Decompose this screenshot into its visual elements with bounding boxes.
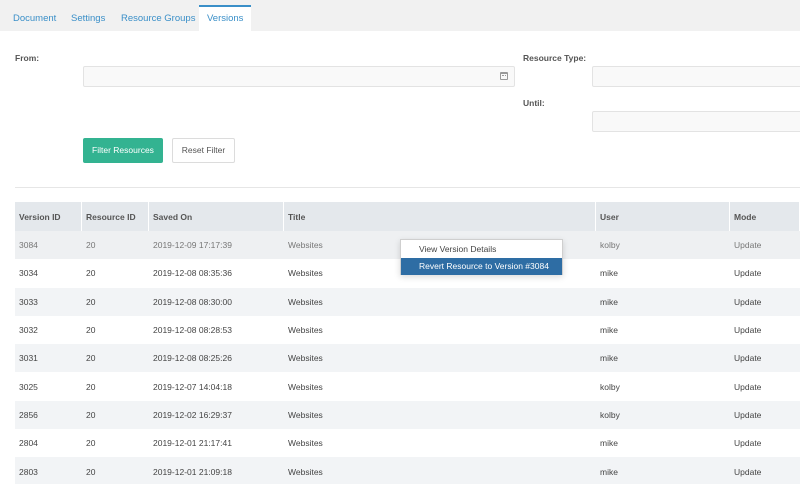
cell-resource-id: 20: [86, 268, 96, 279]
filter-resources-button[interactable]: Filter Resources: [83, 138, 163, 163]
cell-resource-id: 20: [86, 325, 96, 336]
revert-resource-item[interactable]: Revert Resource to Version #3084: [401, 258, 562, 275]
cell-saved-on: 2019-12-08 08:25:26: [153, 353, 232, 364]
column-title[interactable]: Title: [284, 202, 596, 231]
cell-version-id: 3031: [19, 353, 38, 364]
tab-settings[interactable]: Settings: [71, 6, 105, 31]
cell-title: Websites: [288, 381, 323, 392]
cell-resource-id: 20: [86, 353, 96, 364]
table-row[interactable]: 3032 20 2019-12-08 08:28:53 Websites mike Upd…: [15, 316, 800, 344]
table-row[interactable]: 2856 20 2019-12-02 16:29:37 Websites kolby Up…: [15, 400, 800, 430]
cell-title: Websites: [288, 353, 323, 364]
column-version-id[interactable]: Version ID: [15, 202, 82, 231]
divider: [15, 187, 800, 188]
grid-header: Version ID Resource ID Saved On Title Us…: [15, 202, 800, 231]
context-menu: View Version Details Revert Resource to …: [400, 239, 563, 275]
cell-mode: Update: [734, 240, 762, 251]
cell-user: mike: [600, 466, 618, 477]
tab-versions[interactable]: Versions: [199, 5, 252, 32]
cell-saved-on: 2019-12-07 14:04:18: [153, 381, 232, 392]
cell-mode: Update: [734, 268, 762, 279]
until-date-field[interactable]: [592, 111, 800, 132]
cell-mode: Update: [734, 466, 762, 477]
cell-mode: Update: [734, 296, 762, 307]
tab-bar: Document Settings Resource Groups Versio…: [0, 0, 800, 32]
cell-saved-on: 2019-12-08 08:35:36: [153, 268, 232, 279]
cell-title: Websites: [288, 325, 323, 336]
cell-mode: Update: [734, 381, 762, 392]
until-label: Until:: [523, 98, 545, 108]
cell-user: kolby: [600, 409, 620, 420]
cell-title: Websites: [288, 296, 323, 307]
cell-resource-id: 20: [86, 240, 96, 251]
table-row[interactable]: 3025 20 2019-12-07 14:04:18 Websites kolby Up…: [15, 372, 800, 400]
tab-document[interactable]: Document: [13, 6, 56, 31]
table-row[interactable]: 2803 20 2019-12-01 21:09:18 Websites mike Upd…: [15, 457, 800, 484]
cell-resource-id: 20: [86, 381, 96, 392]
cell-title: Websites: [288, 409, 323, 420]
cell-mode: Update: [734, 438, 762, 449]
resource-type-field[interactable]: [592, 66, 800, 87]
view-version-details-item[interactable]: View Version Details: [401, 241, 562, 258]
cell-mode: Update: [734, 409, 762, 420]
reset-filter-button[interactable]: Reset Filter: [172, 138, 235, 163]
cell-saved-on: 2019-12-08 08:30:00: [153, 296, 232, 307]
column-resource-id[interactable]: Resource ID: [82, 202, 149, 231]
cell-version-id: 3034: [19, 268, 38, 279]
from-label: From:: [15, 53, 40, 63]
cell-resource-id: 20: [86, 409, 96, 420]
cell-saved-on: 2019-12-09 17:17:39: [153, 240, 232, 251]
calendar-icon[interactable]: [500, 72, 508, 80]
cell-user: mike: [600, 353, 618, 364]
cell-user: mike: [600, 325, 618, 336]
cell-user: mike: [600, 438, 618, 449]
cell-saved-on: 2019-12-01 21:17:41: [153, 438, 232, 449]
cell-version-id: 2856: [19, 409, 38, 420]
cell-resource-id: 20: [86, 438, 96, 449]
cell-user: kolby: [600, 240, 620, 251]
cell-user: mike: [600, 296, 618, 307]
cell-mode: Update: [734, 353, 762, 364]
table-row[interactable]: 3031 20 2019-12-08 08:25:26 Websites mike Upd…: [15, 344, 800, 373]
cell-user: kolby: [600, 381, 620, 392]
column-saved-on[interactable]: Saved On: [149, 202, 284, 231]
cell-version-id: 3084: [19, 240, 38, 251]
cell-resource-id: 20: [86, 466, 96, 477]
cell-saved-on: 2019-12-08 08:28:53: [153, 325, 232, 336]
cell-mode: Update: [734, 325, 762, 336]
column-mode[interactable]: Mode: [730, 202, 800, 231]
tab-resource-groups[interactable]: Resource Groups: [121, 6, 195, 31]
resource-type-label: Resource Type:: [523, 53, 587, 63]
cell-resource-id: 20: [86, 296, 96, 307]
cell-user: mike: [600, 268, 618, 279]
table-row[interactable]: 2804 20 2019-12-01 21:17:41 Websites mike Upd…: [15, 429, 800, 457]
cell-version-id: 2803: [19, 466, 38, 477]
cell-saved-on: 2019-12-01 21:09:18: [153, 466, 232, 477]
column-user[interactable]: User: [596, 202, 730, 231]
cell-title: Websites: [288, 438, 323, 449]
table-row[interactable]: 3033 20 2019-12-08 08:30:00 Websites mike Upd…: [15, 287, 800, 316]
cell-version-id: 3032: [19, 325, 38, 336]
cell-saved-on: 2019-12-02 16:29:37: [153, 409, 232, 420]
cell-version-id: 3033: [19, 296, 38, 307]
cell-version-id: 2804: [19, 438, 38, 449]
cell-title: Websites: [288, 466, 323, 477]
cell-version-id: 3025: [19, 381, 38, 392]
from-date-field[interactable]: [83, 66, 515, 87]
